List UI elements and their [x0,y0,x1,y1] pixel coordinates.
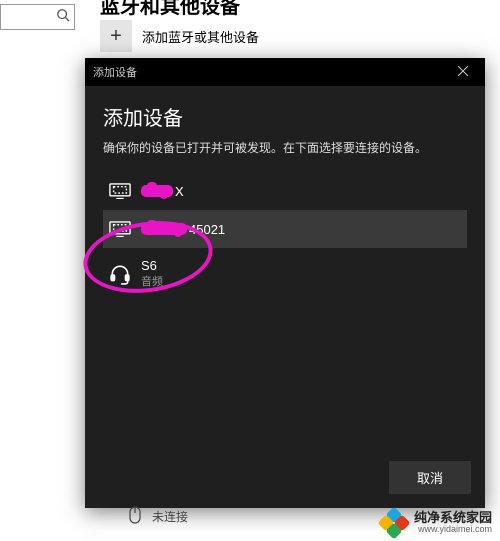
dialog-subtext: 确保你的设备已打开并可被发现。在下面选择要连接的设备。 [103,139,467,156]
redaction-mark [141,223,187,235]
dialog-title: 添加设备 [93,64,137,80]
page-header: 蓝牙和其他设备 [100,0,240,19]
add-device-dialog: 添加设备 添加设备 确保你的设备已打开并可被发现。在下面选择要连接的设备。 X [85,58,485,508]
device-item[interactable]: S6 音频 [103,248,467,299]
bottom-status-text: 未连接 [152,508,188,525]
watermark-brand: 纯净系统家园 [414,511,492,525]
dialog-titlebar: 添加设备 [85,58,485,86]
bottom-status-row: 未连接 [128,506,188,527]
close-button[interactable] [449,58,477,86]
watermark-logo-icon [380,509,408,537]
headset-icon [109,265,131,283]
device-name: 45021 [141,222,225,237]
watermark: 纯净系统家园 www.yidaimei.com [380,509,492,537]
watermark-url: www.yidaimei.com [414,525,492,535]
add-device-label: 添加蓝牙或其他设备 [142,27,259,46]
plus-icon: + [100,20,132,52]
cancel-button[interactable]: 取消 [389,461,471,494]
search-icon [56,8,70,27]
display-icon [109,182,131,200]
device-name: X [141,184,184,199]
add-device-row[interactable]: + 添加蓝牙或其他设备 [100,20,259,52]
search-input[interactable] [0,4,75,30]
device-name: S6 [141,258,163,273]
device-type: 音频 [141,273,163,289]
device-item[interactable]: 45021 [103,210,467,248]
dialog-heading: 添加设备 [103,102,467,131]
device-list: X 45021 [103,172,467,451]
mouse-icon [128,506,142,527]
device-item[interactable]: X [103,172,467,210]
redaction-mark [141,185,173,197]
display-icon [109,220,131,238]
close-icon [458,66,468,79]
